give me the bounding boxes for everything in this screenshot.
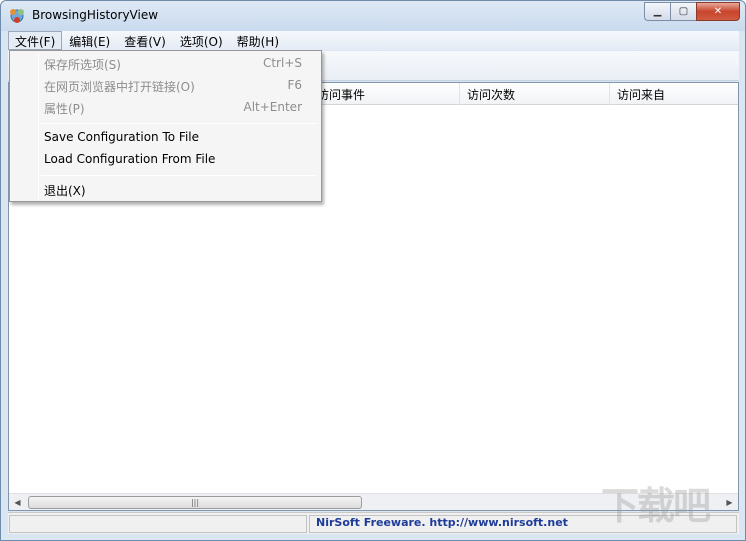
menu-item-shortcut: F6: [287, 78, 302, 92]
app-icon: [10, 9, 24, 23]
menu-item-label: Save Configuration To File: [44, 130, 199, 144]
scroll-thumb[interactable]: |||: [28, 496, 362, 509]
maximize-button[interactable]: ▢: [670, 2, 696, 21]
menu-item-save-selected[interactable]: 保存所选项(S) Ctrl+S: [12, 53, 319, 75]
file-menu-dropdown: 保存所选项(S) Ctrl+S 在网页浏览器中打开链接(O) F6 属性(P) …: [9, 50, 322, 202]
window-title: BrowsingHistoryView: [32, 8, 159, 22]
menu-item-label: Load Configuration From File: [44, 152, 216, 166]
menu-file[interactable]: 文件(F): [8, 31, 63, 50]
menu-item-properties[interactable]: 属性(P) Alt+Enter: [12, 97, 319, 119]
minimize-button[interactable]: ▁: [644, 2, 670, 21]
grip-icon: |||: [190, 498, 200, 507]
column-header-visit-count[interactable]: 访问次数: [459, 83, 609, 105]
menu-item-save-config[interactable]: Save Configuration To File: [12, 127, 319, 149]
menu-item-label: 退出(X): [44, 184, 86, 198]
menu-help[interactable]: 帮助(H): [230, 31, 286, 50]
menu-item-label: 在网页浏览器中打开链接(O): [44, 80, 195, 94]
scroll-left-button[interactable]: ◀: [9, 494, 26, 511]
menu-separator: [41, 123, 317, 124]
close-button[interactable]: ✕: [696, 2, 740, 21]
menu-item-shortcut: Ctrl+S: [262, 56, 302, 70]
menu-item-label: 保存所选项(S): [44, 58, 121, 72]
menu-item-exit[interactable]: 退出(X): [12, 179, 319, 201]
menu-item-load-config[interactable]: Load Configuration From File: [12, 149, 319, 171]
title-bar[interactable]: BrowsingHistoryView ▁ ▢ ✕: [1, 1, 745, 31]
menu-separator: [41, 175, 317, 176]
window-controls: ▁ ▢ ✕: [644, 2, 740, 21]
menu-bar: 文件(F) 编辑(E) 查看(V) 选项(O) 帮助(H): [8, 31, 739, 50]
menu-view[interactable]: 查看(V): [117, 31, 173, 50]
arrow-left-icon: ◀: [14, 498, 21, 507]
maximize-icon: ▢: [678, 6, 689, 17]
menu-item-open-link[interactable]: 在网页浏览器中打开链接(O) F6: [12, 75, 319, 97]
app-window: BrowsingHistoryView ▁ ▢ ✕ 文件(F) 编辑(E) 查看…: [0, 0, 746, 541]
menu-item-label: 属性(P): [44, 102, 85, 116]
menu-item-shortcut: Alt+Enter: [243, 100, 302, 114]
column-header-visited-from[interactable]: 访问来自: [609, 83, 738, 105]
status-pane-left: [9, 515, 307, 533]
minimize-icon: ▁: [653, 6, 662, 17]
nirsoft-link[interactable]: NirSoft Freeware. http://www.nirsoft.net: [316, 516, 568, 529]
close-icon: ✕: [713, 6, 723, 17]
watermark-logo: 下载吧: [601, 484, 711, 528]
menu-edit[interactable]: 编辑(E): [62, 31, 117, 50]
column-header-visit-time[interactable]: 访问事件: [309, 83, 459, 105]
menu-options[interactable]: 选项(O): [173, 31, 230, 50]
